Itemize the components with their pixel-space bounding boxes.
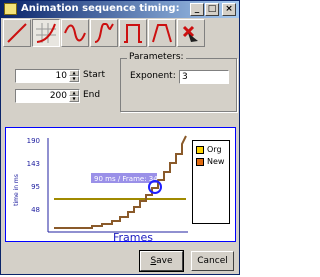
minimize-button[interactable]: _ [190,3,204,16]
legend-label: Org [207,145,222,154]
linear-curve-icon [7,23,27,43]
window-icon [4,3,17,15]
exponent-label: Exponent: [130,71,176,81]
end-spinner[interactable]: ▲ ▼ [15,89,80,103]
end-spinner-arrows: ▲ ▼ [69,90,79,102]
legend-swatch-org [196,146,204,154]
save-label-rest: ave [156,256,173,266]
parameters-group: Parameters: Exponent: [120,52,237,112]
end-input[interactable] [17,90,69,102]
exponential-curve-button[interactable] [32,19,60,47]
save-button[interactable]: Save [139,250,184,272]
maximize-button[interactable]: □ [205,3,219,16]
step-curve-icon [124,24,142,43]
close-button[interactable]: × [222,3,236,16]
window-title: Animation sequence timing: [21,3,180,14]
ease-in-out-curve-icon [94,23,114,43]
sine-wave-icon [64,24,86,42]
curve-toolbar [3,19,239,50]
step-curve-button[interactable] [119,19,147,47]
ease-in-out-curve-button[interactable] [90,19,118,47]
linear-curve-button[interactable] [3,19,31,47]
y-tick-label: 143 [27,160,40,168]
sine-wave-button[interactable] [61,19,89,47]
timing-graph[interactable]: time in ms 190 143 95 48 90 ms / Frame: … [5,127,236,242]
pulse-curve-button[interactable] [148,19,176,47]
end-label: End [83,90,101,100]
pulse-curve-icon [152,24,172,43]
title-bar[interactable]: Animation sequence timing: _ □ × [1,1,239,18]
x-axis-label: Frames [113,231,153,241]
y-tick-label: 95 [31,183,40,191]
legend-label: New [207,157,225,166]
y-tick-label: 190 [27,137,40,145]
legend-item-new: New [196,157,230,167]
start-spinner[interactable]: ▲ ▼ [15,69,80,83]
start-spinner-arrows: ▲ ▼ [69,70,79,82]
start-down-arrow[interactable]: ▼ [69,76,79,82]
animation-timing-window: Animation sequence timing: _ □ × 10 ▲ ▼ … [0,0,240,275]
reset-marker-icon [182,25,198,42]
exponent-input[interactable] [179,70,229,84]
exponential-curve-icon [36,23,56,43]
reset-marker-button[interactable] [177,19,205,47]
graph-legend: Org New [192,140,230,224]
y-tick-label: 48 [31,206,40,214]
legend-swatch-new [196,158,204,166]
y-axis-label: time in ms [13,174,20,206]
parameters-title: Parameters: [127,52,186,62]
legend-item-org: Org [196,145,230,155]
start-input[interactable] [17,70,69,82]
start-label: Start [83,70,105,80]
end-down-arrow[interactable]: ▼ [69,96,79,102]
annotation-text: 90 ms / Frame: 34 [94,175,158,183]
cancel-button[interactable]: Cancel [191,251,234,271]
